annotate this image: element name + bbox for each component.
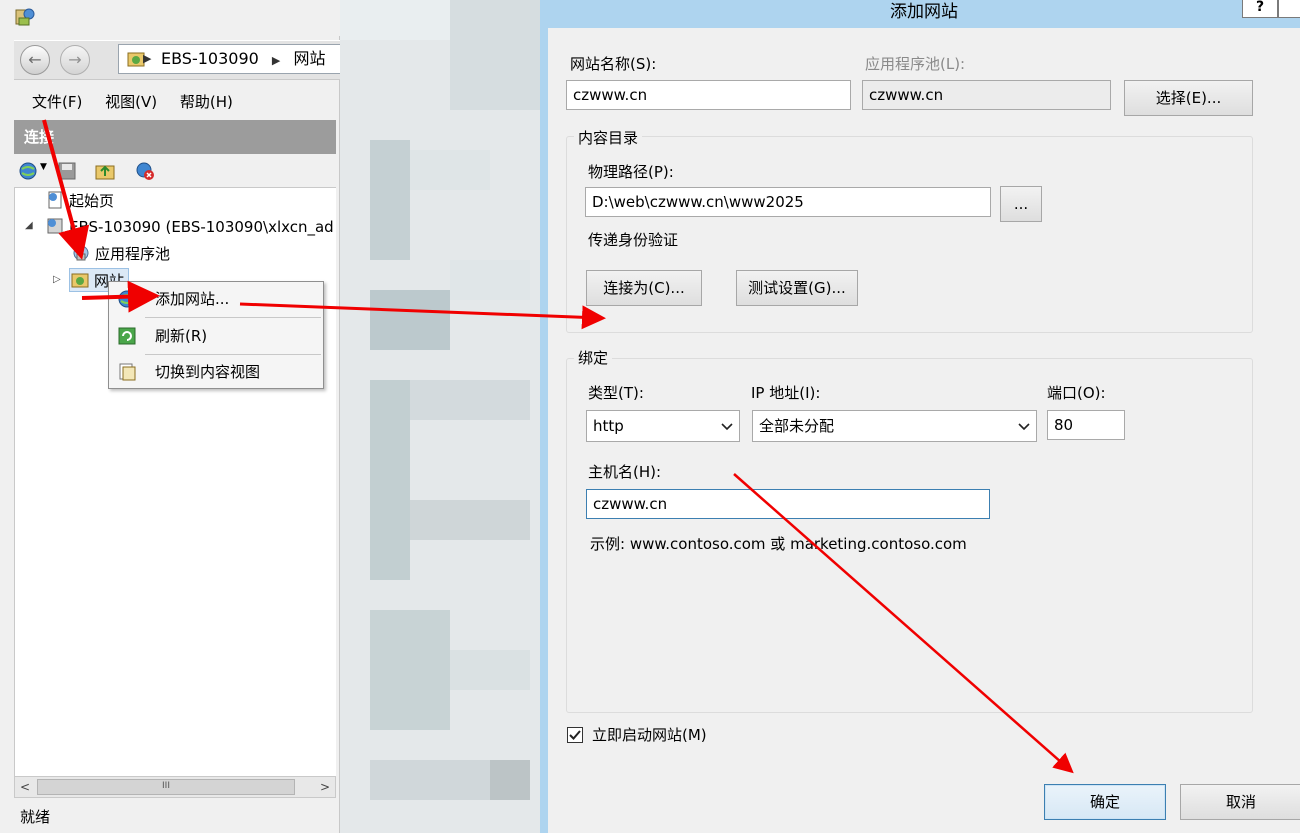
start-now-label[interactable]: 立即启动网站(M): [592, 725, 707, 745]
chevron-down-icon: [1018, 423, 1030, 431]
type-label: 类型(T):: [588, 384, 644, 402]
site-name-input[interactable]: czwww.cn: [566, 80, 851, 110]
tree-item-start-page[interactable]: 起始页: [45, 189, 114, 213]
hostname-input[interactable]: czwww.cn: [586, 489, 990, 519]
app-pool-field: czwww.cn: [862, 80, 1111, 110]
scroll-right-button[interactable]: >: [315, 777, 335, 797]
disconnect-icon[interactable]: [134, 160, 156, 182]
context-menu: 添加网站... 刷新(R) 切换到内容视图: [108, 281, 324, 389]
start-now-checkbox[interactable]: [567, 727, 583, 743]
ip-address-label: IP 地址(I):: [751, 384, 821, 402]
menu-separator: [145, 317, 321, 318]
iis-app-icon: [15, 8, 35, 26]
status-bar: 就绪: [20, 808, 51, 826]
menu-view[interactable]: 视图(V): [105, 88, 157, 116]
content-view-icon: [119, 363, 136, 381]
iis-manager-window: ← → ▶ EBS-103090 ▶ 网站 文件(F) 视图(V) 帮助(H) …: [0, 0, 348, 833]
back-button[interactable]: ←: [20, 45, 50, 75]
connect-globe-icon[interactable]: [18, 160, 40, 182]
breadcrumb-server[interactable]: EBS-103090: [161, 49, 259, 68]
physical-path-input[interactable]: D:\web\czwww.cn\www2025: [585, 187, 991, 217]
start-page-icon: [48, 191, 62, 209]
up-folder-icon[interactable]: [94, 160, 116, 182]
help-button[interactable]: ?: [1242, 0, 1278, 18]
iis-title-bar: [0, 0, 340, 36]
chevron-down-icon: [721, 423, 733, 431]
tree-item-app-pools[interactable]: 应用程序池: [71, 242, 170, 266]
add-website-icon: [118, 290, 136, 308]
collapse-arrow-icon[interactable]: ◢: [25, 220, 33, 231]
scroll-thumb[interactable]: III: [37, 779, 295, 795]
dialog-title: 添加网站: [890, 2, 958, 22]
forward-button[interactable]: →: [60, 45, 90, 75]
app-pool-label: 应用程序池(L):: [865, 55, 966, 73]
test-settings-button[interactable]: 测试设置(G)...: [736, 270, 858, 306]
menu-file[interactable]: 文件(F): [32, 88, 82, 116]
tree-item-server[interactable]: EBS-103090 (EBS-103090\xlxcn_ad: [45, 215, 334, 239]
menu-bar: 文件(F) 视图(V) 帮助(H): [14, 88, 340, 116]
add-website-dialog: 添加网站 ? 网站名称(S): czwww.cn 应用程序池(L): czwww…: [540, 0, 1300, 833]
type-select[interactable]: http: [586, 410, 740, 442]
address-bar[interactable]: ▶ EBS-103090 ▶ 网站: [118, 44, 348, 74]
select-app-pool-button[interactable]: 选择(E)...: [1124, 80, 1253, 116]
horizontal-scrollbar[interactable]: < III >: [14, 776, 336, 798]
binding-title: 绑定: [574, 348, 613, 368]
connections-header: 连接: [14, 120, 336, 154]
cancel-button[interactable]: 取消: [1180, 784, 1300, 820]
pixelated-region: [340, 0, 540, 833]
chevron-down-icon[interactable]: ▼: [40, 162, 47, 172]
server-icon: [47, 218, 63, 234]
breadcrumb-separator-icon: ▶: [143, 52, 152, 65]
connect-as-button[interactable]: 连接为(C)...: [586, 270, 702, 306]
port-label: 端口(O):: [1047, 384, 1106, 402]
dialog-title-bar: 添加网站: [548, 0, 1300, 28]
checkmark-icon: [569, 730, 581, 740]
site-name-label: 网站名称(S):: [570, 55, 657, 73]
menu-item-add-website[interactable]: 添加网站...: [109, 282, 323, 316]
expand-arrow-icon[interactable]: ▷: [53, 274, 61, 285]
ip-address-select[interactable]: 全部未分配: [752, 410, 1037, 442]
save-icon[interactable]: [56, 160, 78, 182]
breadcrumb-separator-icon: ▶: [271, 54, 281, 67]
menu-item-content-view[interactable]: 切换到内容视图: [109, 355, 323, 389]
sites-folder-icon: [71, 273, 89, 288]
pass-through-auth-label: 传递身份验证: [588, 231, 679, 249]
scroll-left-button[interactable]: <: [15, 777, 35, 797]
close-button[interactable]: [1278, 0, 1300, 18]
connections-toolbar: ▼: [14, 154, 336, 188]
app-pool-icon: [73, 245, 89, 261]
browse-button[interactable]: ...: [1000, 186, 1042, 222]
physical-path-label: 物理路径(P):: [588, 163, 674, 181]
breadcrumb-sites[interactable]: 网站: [293, 49, 325, 68]
hostname-example-text: 示例: www.contoso.com 或 marketing.contoso.…: [590, 535, 967, 553]
ok-button[interactable]: 确定: [1044, 784, 1166, 820]
menu-item-refresh[interactable]: 刷新(R): [109, 319, 323, 353]
content-directory-title: 内容目录: [574, 128, 643, 148]
port-input[interactable]: 80: [1047, 410, 1125, 440]
connections-tree: 起始页 ◢ EBS-103090 (EBS-103090\xlxcn_ad 应用…: [14, 188, 336, 776]
refresh-icon: [118, 327, 136, 345]
hostname-label: 主机名(H):: [588, 463, 662, 481]
menu-help[interactable]: 帮助(H): [180, 88, 233, 116]
